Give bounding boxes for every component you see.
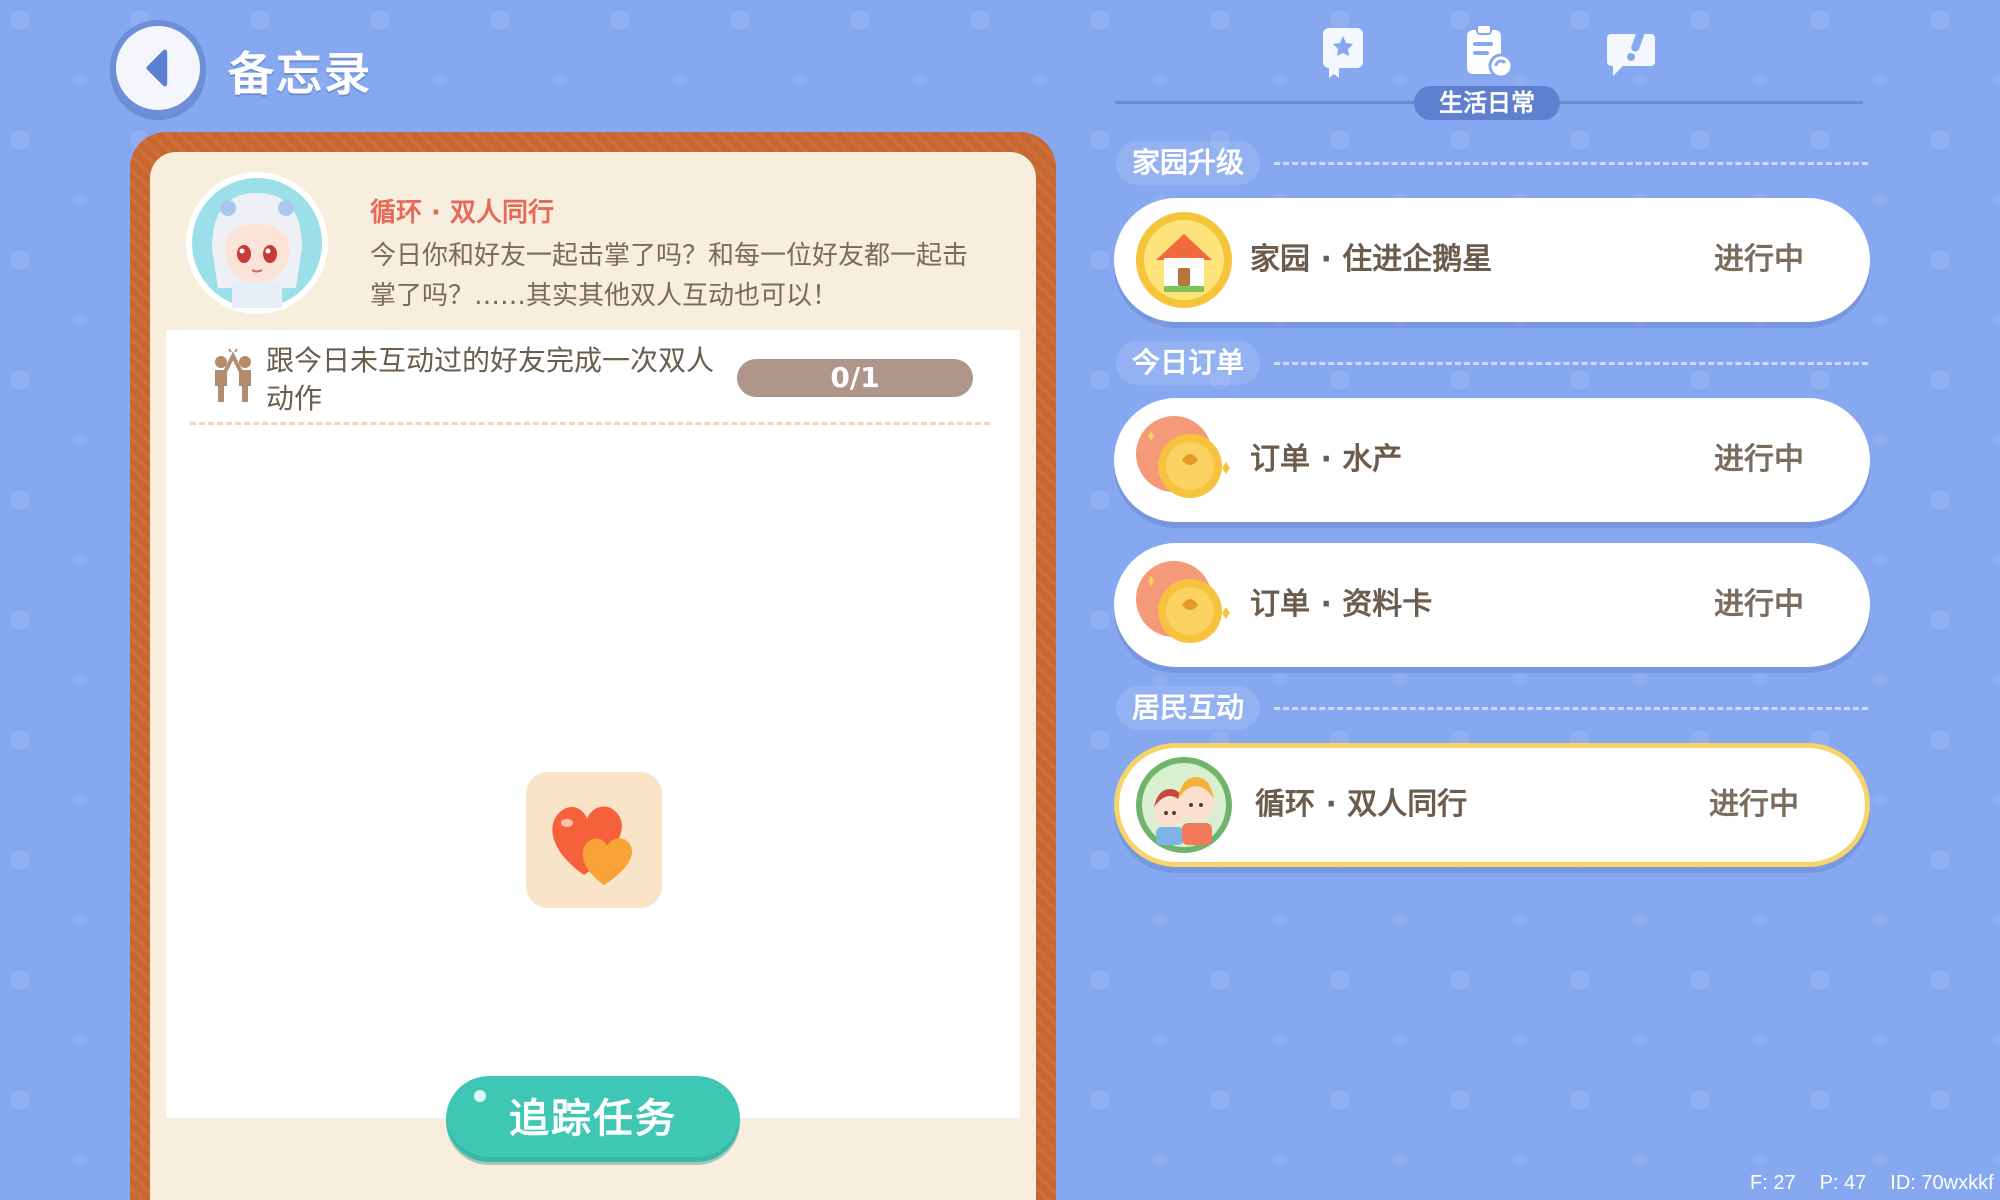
progress-bar: 0/1 bbox=[737, 359, 973, 397]
quest-status: 进行中 bbox=[1714, 242, 1804, 277]
tab-special[interactable] bbox=[1601, 22, 1661, 82]
requirement-text: 跟今日未互动过的好友完成一次双人动作 bbox=[266, 344, 715, 415]
gold-coin-icon bbox=[1134, 410, 1234, 510]
tab-active-label: 生活日常 bbox=[1414, 86, 1560, 120]
section-label: 家园升级 bbox=[1116, 141, 1261, 185]
npc-avatar-icon bbox=[192, 178, 322, 308]
npc-portrait bbox=[186, 172, 328, 314]
quest-description: 今日你和好友一起击掌了吗？和每一位好友都一起击掌了吗？……其实其他双人互动也可以… bbox=[370, 241, 969, 311]
house-icon bbox=[1134, 210, 1234, 310]
quest-status: 进行中 bbox=[1714, 587, 1804, 622]
track-quest-button[interactable]: 追踪任务 bbox=[446, 1076, 740, 1162]
section-divider bbox=[1274, 162, 1868, 165]
high-five-icon bbox=[205, 348, 261, 404]
quest-card-order-profile-card[interactable]: 订单 · 资料卡 进行中 bbox=[1114, 543, 1870, 667]
quest-card-title: 循环 · 双人同行 bbox=[1255, 787, 1468, 822]
debug-f: F: 27 bbox=[1750, 1172, 1796, 1194]
quest-status: 进行中 bbox=[1709, 787, 1799, 822]
quest-card-title: 订单 · 资料卡 bbox=[1250, 587, 1433, 622]
hearts-icon bbox=[552, 806, 632, 885]
quest-card-title: 订单 · 水产 bbox=[1250, 442, 1403, 477]
reward-item[interactable] bbox=[526, 772, 662, 908]
section-label: 今日订单 bbox=[1116, 341, 1261, 385]
quest-card-order-seafood[interactable]: 订单 · 水产 进行中 bbox=[1114, 398, 1870, 522]
quest-name: 循环 · 双人同行 bbox=[370, 198, 554, 228]
debug-info: F: 27 P: 47 ID: 70wxkkf bbox=[1750, 1172, 2000, 1195]
memo-body bbox=[166, 330, 1020, 1118]
speech-exclamation-icon bbox=[1607, 28, 1655, 76]
page-title: 备忘录 bbox=[228, 47, 372, 101]
chevron-left-icon bbox=[146, 49, 168, 87]
section-header-resident-interaction: 居民互动 bbox=[1116, 686, 1868, 730]
debug-id: ID: 70wxkkf bbox=[1890, 1172, 1994, 1194]
section-label: 居民互动 bbox=[1116, 686, 1261, 730]
tab-book[interactable] bbox=[1313, 22, 1373, 82]
requirement-divider bbox=[190, 422, 990, 425]
quest-card-pair-activity[interactable]: 循环 · 双人同行 进行中 bbox=[1114, 743, 1870, 867]
section-header-daily-orders: 今日订单 bbox=[1116, 341, 1868, 385]
tab-daily-life[interactable] bbox=[1457, 22, 1517, 82]
back-button[interactable] bbox=[110, 20, 206, 116]
section-header-home-upgrade: 家园升级 bbox=[1116, 141, 1868, 185]
quest-status: 进行中 bbox=[1714, 442, 1804, 477]
gold-coin-icon bbox=[1134, 555, 1234, 655]
progress-text: 0/1 bbox=[830, 361, 880, 394]
section-divider bbox=[1274, 707, 1868, 710]
two-friends-icon bbox=[1134, 755, 1234, 855]
clipboard-refresh-icon bbox=[1467, 24, 1514, 79]
book-star-icon bbox=[1323, 28, 1363, 78]
debug-p: P: 47 bbox=[1819, 1172, 1867, 1194]
quest-card-home[interactable]: 家园 · 住进企鹅星 进行中 bbox=[1114, 198, 1870, 322]
section-divider bbox=[1274, 362, 1868, 365]
quest-card-title: 家园 · 住进企鹅星 bbox=[1250, 242, 1493, 277]
